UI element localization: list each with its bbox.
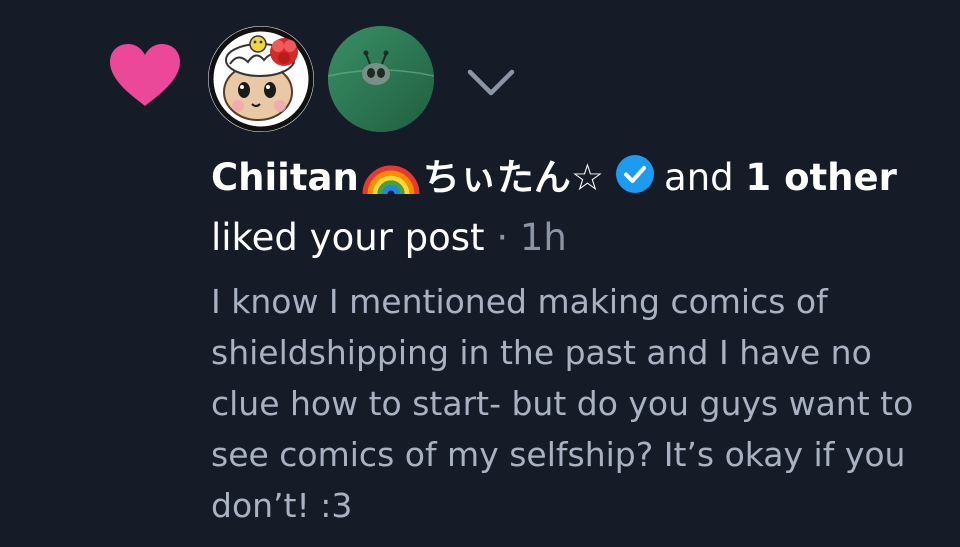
separator: · [496, 216, 509, 259]
notification-headline: Chiitan ちぃたん☆ and 1 other liked your pos… [211, 148, 951, 268]
heart-icon [110, 44, 180, 106]
like-notification[interactable]: Chiitan ちぃたん☆ and 1 other liked your pos… [0, 0, 960, 547]
and-text: and [664, 156, 734, 199]
actor-name-prefix[interactable]: Chiitan [211, 156, 359, 199]
actor-name-suffix[interactable]: ちぃたん☆ [423, 156, 604, 199]
rainbow-emoji [362, 165, 420, 195]
verified-badge-icon [616, 155, 655, 193]
other-word[interactable]: other [784, 156, 897, 199]
chiitan-avatar-image [208, 26, 314, 132]
other-count-number[interactable]: 1 [745, 156, 771, 199]
actor-name[interactable]: Chiitan ちぃたん☆ [211, 156, 604, 199]
avatar[interactable] [328, 26, 434, 132]
action-text: liked your post [211, 216, 485, 259]
avatar[interactable] [208, 26, 314, 132]
timestamp: 1h [519, 216, 567, 259]
alien-avatar-image [328, 26, 434, 132]
chevron-down-icon[interactable] [464, 62, 518, 102]
post-preview-text[interactable]: I know I mentioned making comics of shie… [211, 276, 931, 531]
other-count[interactable]: 1 other [745, 156, 896, 199]
